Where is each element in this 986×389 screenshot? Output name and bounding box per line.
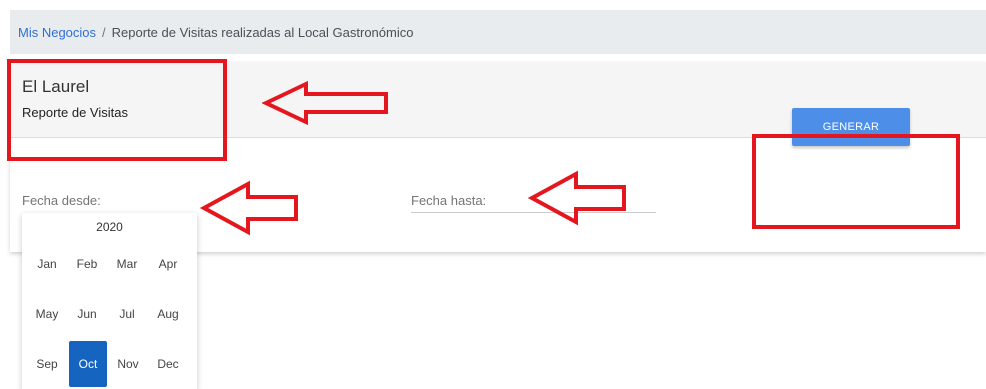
month-picker: 2020 Jan Feb Mar Apr May Jun Jul Aug Sep… xyxy=(22,213,197,389)
month-may[interactable]: May xyxy=(28,291,66,337)
month-feb[interactable]: Feb xyxy=(68,241,106,287)
month-apr[interactable]: Apr xyxy=(149,241,187,287)
month-jan[interactable]: Jan xyxy=(28,241,66,287)
breadcrumb-separator: / xyxy=(102,24,106,40)
month-jul[interactable]: Jul xyxy=(108,291,146,337)
annotation-arrow-date-to xyxy=(528,170,626,226)
month-aug[interactable]: Aug xyxy=(149,291,187,337)
annotation-box-generate xyxy=(752,134,960,229)
breadcrumb-link-mis-negocios[interactable]: Mis Negocios xyxy=(18,25,96,40)
date-to-label: Fecha hasta: xyxy=(411,193,487,208)
date-from-field[interactable]: Fecha desde: xyxy=(22,193,197,215)
page: Mis Negocios / Reporte de Visitas realiz… xyxy=(0,0,986,389)
date-from-label: Fecha desde: xyxy=(22,193,101,208)
month-nov[interactable]: Nov xyxy=(109,341,147,387)
month-oct-selected[interactable]: Oct xyxy=(69,341,107,387)
month-mar[interactable]: Mar xyxy=(108,241,146,287)
month-dec[interactable]: Dec xyxy=(149,341,187,387)
picker-year[interactable]: 2020 xyxy=(22,220,197,234)
annotation-arrow-date-from xyxy=(200,180,298,236)
breadcrumb-current: Reporte de Visitas realizadas al Local G… xyxy=(111,24,414,40)
breadcrumb: Mis Negocios / Reporte de Visitas realiz… xyxy=(10,10,986,54)
month-sep[interactable]: Sep xyxy=(28,341,66,387)
annotation-box-header xyxy=(7,59,227,161)
month-jun[interactable]: Jun xyxy=(68,291,106,337)
annotation-arrow-header xyxy=(262,80,388,126)
